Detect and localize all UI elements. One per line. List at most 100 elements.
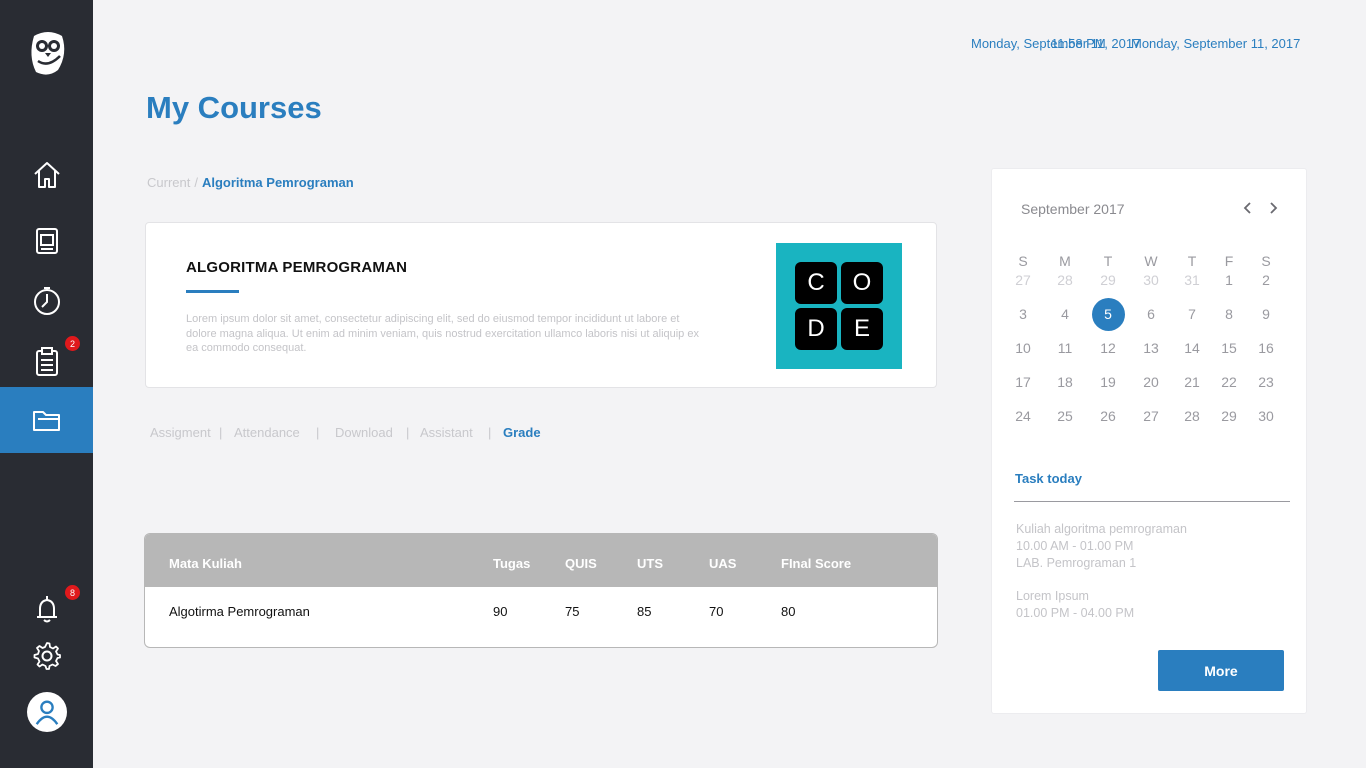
- calendar-day[interactable]: 23: [1251, 367, 1281, 397]
- table-cell: Algotirma Pemrograman: [169, 604, 310, 619]
- header-time: 11:58 PM: [1051, 36, 1106, 51]
- breadcrumb-parent[interactable]: Current: [147, 175, 190, 190]
- sidebar-item-my-courses[interactable]: [0, 387, 93, 453]
- column-header: UTS: [637, 556, 663, 571]
- table-cell: 85: [637, 604, 652, 619]
- calendar-day[interactable]: 16: [1251, 333, 1281, 363]
- calendar-day[interactable]: 21: [1177, 367, 1207, 397]
- calendar-day[interactable]: 29: [1093, 265, 1123, 295]
- tab-attendance[interactable]: Attendance: [234, 425, 300, 440]
- task-time: 10.00 AM - 01.00 PM: [1016, 539, 1134, 553]
- user-icon: [35, 700, 59, 725]
- divider: [1014, 501, 1290, 502]
- sidebar: 2 8: [0, 0, 93, 768]
- sidebar-item-schedule[interactable]: [0, 269, 93, 333]
- profile-avatar[interactable]: [27, 692, 67, 732]
- task-location: LAB. Pemrograman 1: [1016, 556, 1137, 570]
- calendar-day[interactable]: 27: [1008, 265, 1038, 295]
- calendar-day[interactable]: 6: [1136, 299, 1166, 329]
- tab-separator: |: [316, 425, 320, 440]
- table-cell: 80: [781, 604, 796, 619]
- grade-table: Mata Kuliah Tugas QUIS UTS UAS FInal Sco…: [144, 533, 938, 648]
- course-description: Lorem ipsum dolor sit amet, consectetur …: [186, 313, 699, 354]
- calendar-day[interactable]: 24: [1008, 401, 1038, 431]
- more-button[interactable]: More: [1158, 650, 1284, 691]
- calendar-day[interactable]: 29: [1214, 401, 1244, 431]
- folder-icon: [32, 411, 60, 431]
- calendar-day[interactable]: 13: [1136, 333, 1166, 363]
- course-title-underline: [186, 290, 239, 293]
- bell-icon: [36, 596, 57, 623]
- tasks-badge: 2: [65, 336, 80, 351]
- calendar-day[interactable]: 14: [1177, 333, 1207, 363]
- sidebar-item-settings[interactable]: [0, 624, 93, 688]
- calendar-day[interactable]: 30: [1251, 401, 1281, 431]
- sidebar-item-home[interactable]: [0, 143, 93, 207]
- calendar-day[interactable]: 28: [1177, 401, 1207, 431]
- calendar-day[interactable]: 15: [1214, 333, 1244, 363]
- calendar-day[interactable]: 1: [1214, 265, 1244, 295]
- task-time: 01.00 PM - 04.00 PM: [1016, 606, 1135, 620]
- tab-separator: |: [219, 425, 223, 440]
- calendar-day[interactable]: 5: [1091, 298, 1125, 331]
- code-logo-letter: C: [795, 262, 837, 304]
- calendar-day[interactable]: 31: [1177, 265, 1207, 295]
- table-cell: 90: [493, 604, 508, 619]
- calendar-day[interactable]: 4: [1050, 299, 1080, 329]
- grade-table-header: Mata Kuliah Tugas QUIS UTS UAS FInal Sco…: [145, 534, 937, 587]
- column-header: Mata Kuliah: [169, 556, 242, 571]
- calendar-day[interactable]: 2: [1251, 265, 1281, 295]
- owl-logo-icon[interactable]: [28, 28, 68, 78]
- calendar-day[interactable]: 7: [1177, 299, 1207, 329]
- calendar-day[interactable]: 28: [1050, 265, 1080, 295]
- tab-separator: |: [406, 425, 410, 440]
- tab-separator: |: [488, 425, 492, 440]
- calendar-day[interactable]: 25: [1050, 401, 1080, 431]
- chevron-left-icon[interactable]: [1239, 199, 1257, 217]
- chevron-right-icon[interactable]: [1264, 199, 1282, 217]
- page-title: My Courses: [146, 90, 322, 125]
- calendar-day[interactable]: 18: [1050, 367, 1080, 397]
- calendar-day[interactable]: 19: [1093, 367, 1123, 397]
- code-logo-letter: O: [841, 262, 883, 304]
- code-logo-letter: D: [795, 308, 837, 350]
- column-header: Tugas: [493, 556, 531, 571]
- gear-icon: [33, 642, 61, 670]
- calendar-day[interactable]: 27: [1136, 401, 1166, 431]
- table-cell: 75: [565, 604, 580, 619]
- clock-icon: [33, 287, 60, 315]
- breadcrumb-separator: /: [194, 175, 198, 190]
- calendar-day[interactable]: 12: [1093, 333, 1123, 363]
- task-name: Kuliah algoritma pemrograman: [1016, 522, 1187, 536]
- calendar-day[interactable]: 22: [1214, 367, 1244, 397]
- breadcrumb-current: Algoritma Pemrograman: [201, 175, 354, 190]
- calendar-day[interactable]: 10: [1008, 333, 1038, 363]
- calendar-day[interactable]: 8: [1214, 299, 1244, 329]
- task-item[interactable]: Kuliah algoritma pemrograman 10.00 AM - …: [1016, 521, 1187, 572]
- task-name: Lorem Ipsum: [1016, 589, 1089, 603]
- clipboard-icon: [35, 347, 58, 376]
- home-icon: [33, 162, 60, 188]
- sidebar-item-courses[interactable]: [0, 209, 93, 273]
- tab-assistant[interactable]: Assistant: [420, 425, 473, 440]
- calendar-day[interactable]: 11: [1050, 333, 1080, 363]
- tab-grade[interactable]: Grade: [503, 425, 541, 440]
- course-title: ALGORITMA PEMROGRAMAN: [186, 259, 408, 276]
- calendar-day[interactable]: 9: [1251, 299, 1281, 329]
- task-today-title: Task today: [1015, 471, 1082, 486]
- tab-assignment[interactable]: Assigment: [150, 425, 211, 440]
- column-header: UAS: [709, 556, 737, 571]
- notifications-badge: 8: [65, 585, 80, 600]
- calendar-day[interactable]: 17: [1008, 367, 1038, 397]
- code-logo: C O D E: [776, 243, 902, 369]
- calendar-day[interactable]: 20: [1136, 367, 1166, 397]
- calendar-day[interactable]: 30: [1136, 265, 1166, 295]
- calendar-day[interactable]: 3: [1008, 299, 1038, 329]
- column-header: QUIS: [565, 556, 597, 571]
- calendar-day[interactable]: 26: [1093, 401, 1123, 431]
- header-date: Monday, September 11, 2017: [1131, 36, 1301, 51]
- tab-download[interactable]: Download: [335, 425, 393, 440]
- sidebar-item-tasks[interactable]: [0, 329, 93, 393]
- task-item[interactable]: Lorem Ipsum 01.00 PM - 04.00 PM: [1016, 588, 1134, 622]
- book-icon: [35, 228, 58, 254]
